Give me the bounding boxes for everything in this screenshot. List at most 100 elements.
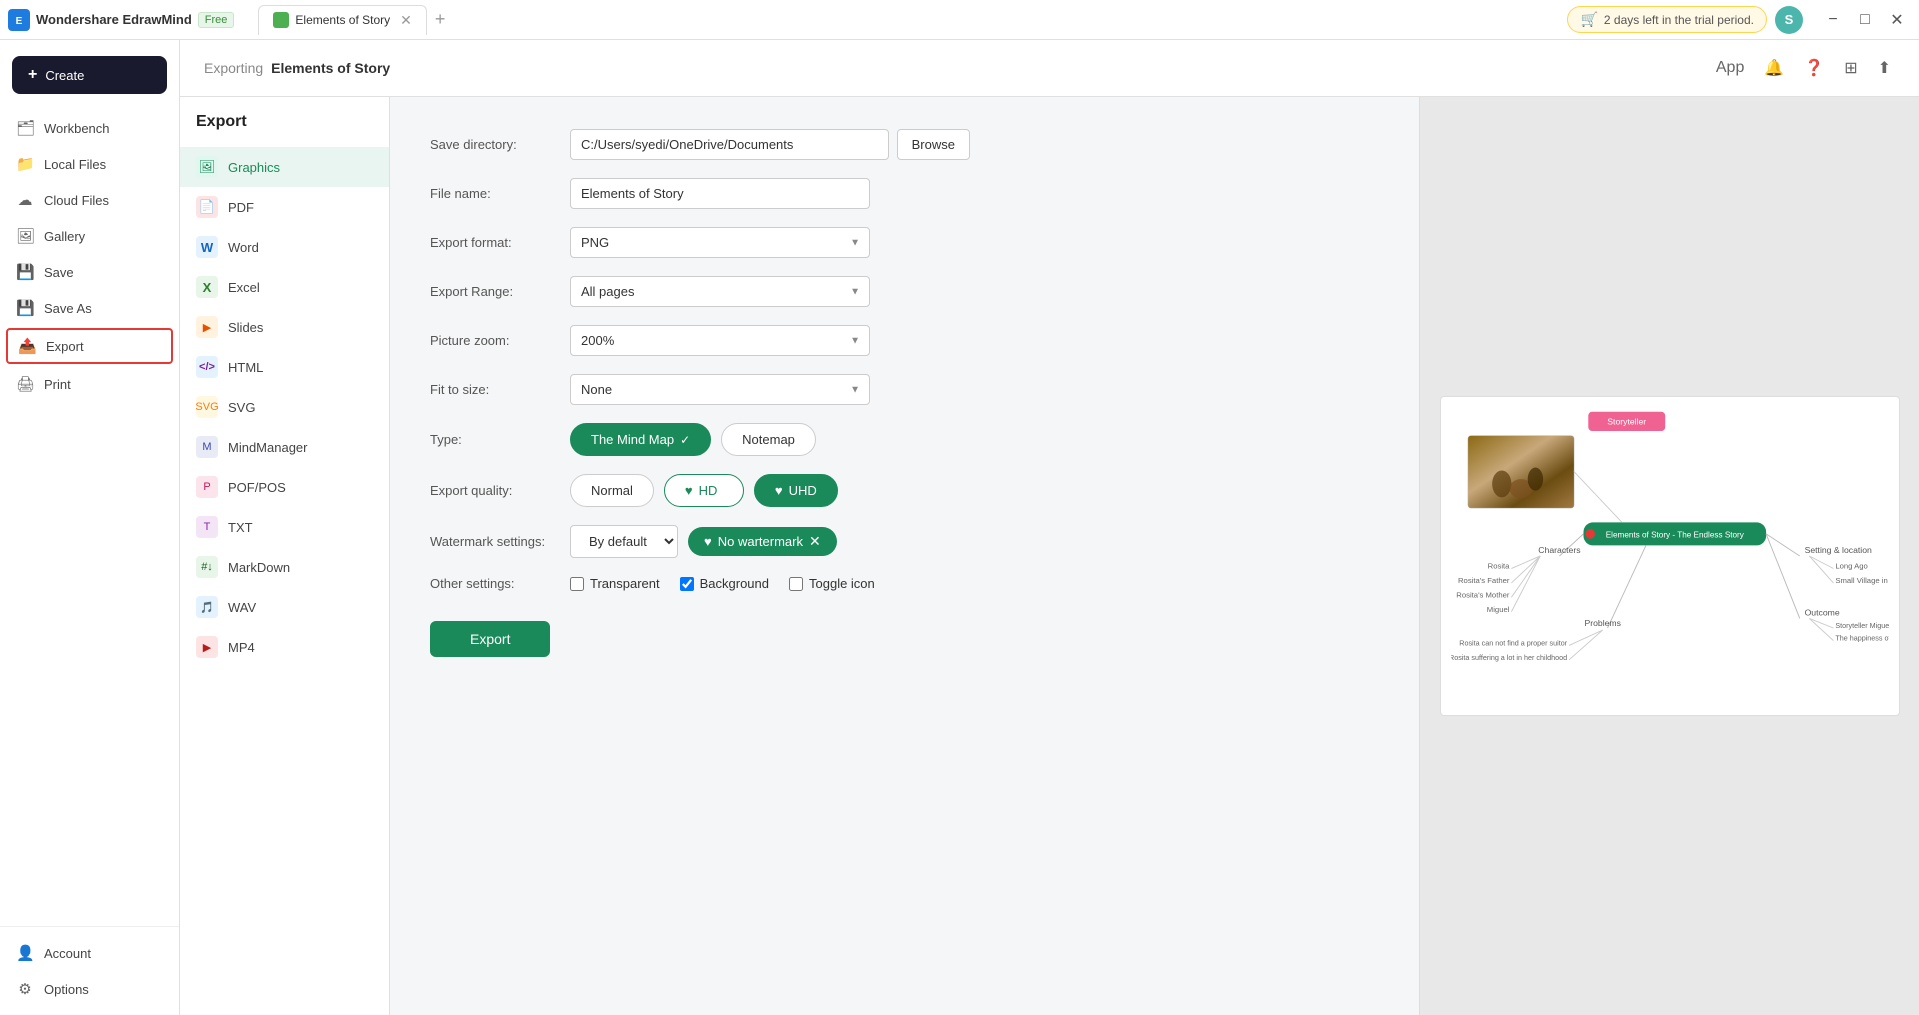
- pof-label: POF/POS: [228, 480, 286, 495]
- account-icon: 👤: [16, 944, 34, 962]
- sidebar-item-account[interactable]: 👤 Account: [0, 935, 179, 971]
- export-format-pdf[interactable]: 📄 PDF: [180, 187, 389, 227]
- print-label: Print: [44, 377, 71, 392]
- pdf-icon: 📄: [196, 196, 218, 218]
- export-format-select[interactable]: PNG JPG SVG BMP: [570, 227, 870, 258]
- watermark-controls: By default Custom ♥ No wartermark ✕: [570, 525, 837, 558]
- picture-zoom-row: Picture zoom: 200% 100% 150% 300%: [430, 325, 1379, 356]
- transparent-checkbox[interactable]: [570, 577, 584, 591]
- local-files-label: Local Files: [44, 157, 106, 172]
- other-settings-label: Other settings:: [430, 576, 570, 591]
- export-format-mindmanager[interactable]: M MindManager: [180, 427, 389, 467]
- export-icon: 📤: [18, 337, 36, 355]
- export-format-pof[interactable]: P POF/POS: [180, 467, 389, 507]
- save-directory-input[interactable]: [570, 129, 889, 160]
- sidebar-item-save[interactable]: 💾 Save: [0, 254, 179, 290]
- picture-zoom-select[interactable]: 200% 100% 150% 300%: [570, 325, 870, 356]
- mindmanager-label: MindManager: [228, 440, 308, 455]
- sidebar-item-print[interactable]: 🖨 Print: [0, 366, 179, 402]
- svg-icon: SVG: [196, 396, 218, 418]
- export-format-mp4[interactable]: ▶ MP4: [180, 627, 389, 667]
- share-icon[interactable]: ⬆: [1874, 54, 1895, 82]
- file-name-input[interactable]: [570, 178, 870, 209]
- user-avatar[interactable]: S: [1775, 6, 1803, 34]
- background-checkbox[interactable]: [680, 577, 694, 591]
- watermark-select[interactable]: By default Custom: [570, 525, 678, 558]
- grid-icon[interactable]: ⊞: [1840, 54, 1861, 82]
- watermark-close-button[interactable]: ✕: [809, 533, 821, 550]
- tab-bar: Elements of Story ✕ +: [258, 5, 449, 35]
- wav-label: WAV: [228, 600, 256, 615]
- toggle-icon-checkbox[interactable]: [789, 577, 803, 591]
- account-label: Account: [44, 946, 91, 961]
- help-icon[interactable]: ❓: [1800, 54, 1828, 82]
- fit-to-size-select[interactable]: None A4 A3: [570, 374, 870, 405]
- quality-normal-button[interactable]: Normal: [570, 474, 654, 507]
- export-submit-button[interactable]: Export: [430, 621, 550, 657]
- export-format-markdown[interactable]: #↓ MarkDown: [180, 547, 389, 587]
- export-format-row: Export format: PNG JPG SVG BMP: [430, 227, 1379, 258]
- export-format-slides[interactable]: ▶ Slides: [180, 307, 389, 347]
- browse-button[interactable]: Browse: [897, 129, 970, 160]
- pdf-label: PDF: [228, 200, 254, 215]
- transparent-checkbox-label[interactable]: Transparent: [570, 576, 660, 591]
- quality-uhd-label: UHD: [789, 483, 817, 498]
- quality-hd-label: HD: [699, 483, 718, 498]
- export-format-wav[interactable]: 🎵 WAV: [180, 587, 389, 627]
- happiness-text-node: The happiness of life will come eventual…: [1835, 634, 1889, 643]
- notification-icon[interactable]: 🔔: [1760, 54, 1788, 82]
- slides-label: Slides: [228, 320, 263, 335]
- export-format-label: Export format:: [430, 235, 570, 250]
- fit-to-size-label: Fit to size:: [430, 382, 570, 397]
- sidebar-item-options[interactable]: ⚙ Options: [0, 971, 179, 1007]
- problems-node: Problems: [1584, 618, 1621, 628]
- inner-content: Export 🖼 Graphics 📄 PDF W Word: [180, 97, 1919, 1015]
- type-mindmap-button[interactable]: The Mind Map: [570, 423, 711, 456]
- restore-button[interactable]: □: [1851, 6, 1879, 34]
- workbench-label: Workbench: [44, 121, 110, 136]
- sidebar-item-export[interactable]: 📤 Export: [6, 328, 173, 364]
- quality-hd-button[interactable]: ♥ HD: [664, 474, 744, 507]
- save-icon: 💾: [16, 263, 34, 281]
- minimize-button[interactable]: −: [1819, 6, 1847, 34]
- uhd-heart-icon: ♥: [775, 483, 783, 498]
- sidebar-item-save-as[interactable]: 💾 Save As: [0, 290, 179, 326]
- quality-uhd-button[interactable]: ♥ UHD: [754, 474, 838, 507]
- create-button[interactable]: + Create: [12, 56, 167, 94]
- export-format-word[interactable]: W Word: [180, 227, 389, 267]
- toggle-icon-checkbox-label[interactable]: Toggle icon: [789, 576, 875, 591]
- export-format-txt[interactable]: T TXT: [180, 507, 389, 547]
- save-directory-input-group: Browse: [570, 129, 970, 160]
- close-button[interactable]: ✕: [1883, 6, 1911, 34]
- sidebar-item-local-files[interactable]: 📁 Local Files: [0, 146, 179, 182]
- tab-elements-of-story[interactable]: Elements of Story ✕: [258, 5, 426, 35]
- preview-area: Storyteller: [1419, 97, 1919, 1015]
- export-format-graphics[interactable]: 🖼 Graphics: [180, 147, 389, 187]
- add-tab-button[interactable]: +: [431, 9, 450, 30]
- app-button[interactable]: App: [1712, 55, 1748, 81]
- watermark-row: Watermark settings: By default Custom ♥ …: [430, 525, 1379, 558]
- sidebar: + Create 🗂 Workbench 📁 Local Files ☁ Clo…: [0, 40, 180, 1015]
- export-format-svg[interactable]: SVG SVG: [180, 387, 389, 427]
- quality-normal-label: Normal: [591, 483, 633, 498]
- txt-icon: T: [196, 516, 218, 538]
- sidebar-item-workbench[interactable]: 🗂 Workbench: [0, 110, 179, 146]
- type-notemap-button[interactable]: Notemap: [721, 423, 816, 456]
- background-checkbox-label[interactable]: Background: [680, 576, 769, 591]
- export-format-excel[interactable]: X Excel: [180, 267, 389, 307]
- brand-name-label: Wondershare EdrawMind: [36, 12, 192, 27]
- export-sidebar: Export 🖼 Graphics 📄 PDF W Word: [180, 97, 390, 1015]
- picture-zoom-label: Picture zoom:: [430, 333, 570, 348]
- mindmap-preview: Storyteller: [1451, 407, 1889, 705]
- create-plus-icon: +: [28, 66, 37, 84]
- titlebar: E Wondershare EdrawMind Free Elements of…: [0, 0, 1919, 40]
- sidebar-item-cloud-files[interactable]: ☁ Cloud Files: [0, 182, 179, 218]
- export-format-html[interactable]: </> HTML: [180, 347, 389, 387]
- outcome-node: Outcome: [1804, 608, 1839, 618]
- export-range-select[interactable]: All pages Current page: [570, 276, 870, 307]
- titlebar-right: 🛒 2 days left in the trial period. S − □…: [1567, 6, 1911, 34]
- sidebar-item-gallery[interactable]: 🖼 Gallery: [0, 218, 179, 254]
- tab-close-icon[interactable]: ✕: [400, 12, 412, 29]
- export-button-container: Export: [430, 609, 1379, 657]
- markdown-icon: #↓: [196, 556, 218, 578]
